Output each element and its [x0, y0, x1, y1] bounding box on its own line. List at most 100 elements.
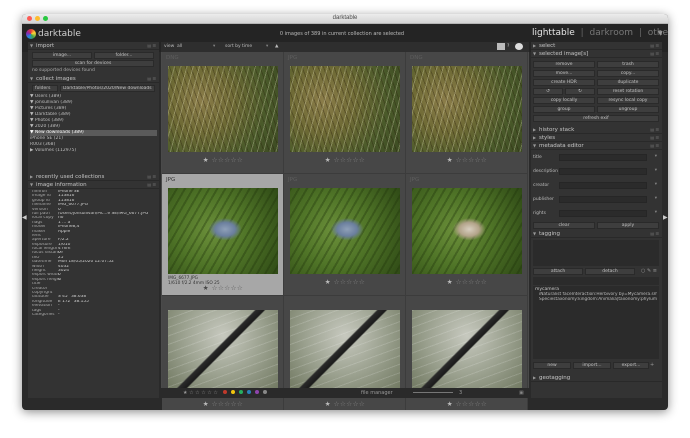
star-rating[interactable]: ★ ☆☆☆☆☆ [284, 400, 406, 408]
thumbnail-image[interactable] [412, 66, 522, 152]
reject-star-icon[interactable]: ★ [325, 278, 331, 286]
thumbnail-image[interactable] [290, 310, 400, 396]
tag-options-icon[interactable]: + [650, 362, 654, 368]
star-rating[interactable]: ★ ☆☆☆☆☆ [162, 400, 284, 408]
scan-devices-button[interactable]: scan for devices [32, 60, 154, 67]
star-icon[interactable] [497, 43, 505, 50]
view-filter-select[interactable]: all [177, 44, 182, 49]
import-tags-button[interactable]: import... [573, 362, 611, 369]
preset-icon[interactable]: ▤ ☰ [650, 230, 659, 238]
section-selected-images[interactable]: ▼ selected image[s] ▤ ☰ [531, 50, 662, 58]
reject-star-icon[interactable]: ★ [203, 156, 209, 164]
section-geotagging[interactable]: ▶ geotagging [531, 374, 662, 382]
thumbnail-image[interactable] [290, 188, 400, 274]
star-rating[interactable]: ★ ☆☆☆☆☆ [162, 284, 284, 292]
preset-icon[interactable]: ▤ ☰ [650, 50, 659, 58]
metadata-input[interactable] [559, 168, 647, 175]
section-collect-images[interactable]: ▼ collect images ▤ ☰ [28, 75, 159, 83]
zoom-value[interactable]: 3 [459, 390, 462, 396]
thumbnail-cell[interactable]: DNG ★ ☆☆☆☆☆ [406, 52, 528, 174]
rating-filter[interactable]: ★ ☆ ☆ ☆ ☆ ☆ [183, 390, 218, 396]
preset-icon[interactable]: ▤ ☰ [147, 181, 156, 189]
reject-star-icon[interactable]: ★ [447, 400, 453, 408]
color-label-dot[interactable] [239, 390, 243, 394]
export-tags-button[interactable]: export... [613, 362, 649, 369]
tag-dictionary[interactable]: mycamera iNaturalist faceInteraction:Her… [533, 286, 659, 359]
selected-action-button[interactable]: duplicate [597, 79, 659, 86]
selected-action-button[interactable]: remove [533, 61, 595, 68]
metadata-clear-button[interactable]: clear [533, 222, 595, 229]
chevron-down-icon[interactable]: ▾ [655, 154, 657, 159]
star-rating[interactable]: ★ ☆☆☆☆☆ [284, 278, 406, 286]
selected-action-button[interactable]: group [533, 106, 595, 113]
metadata-input[interactable] [559, 154, 647, 161]
reject-star-icon[interactable]: ★ [325, 400, 331, 408]
star-rating[interactable]: ★ ☆☆☆☆☆ [162, 156, 284, 164]
color-label-dot[interactable] [255, 390, 259, 394]
selected-action-button[interactable]: ↻ [565, 88, 595, 95]
section-image-information[interactable]: ▼ image information ▤ ☰ [28, 181, 159, 189]
thumbnail-image[interactable] [412, 188, 522, 274]
tag-dictionary-item[interactable]: Speciestaxonomy:kingdom:Animalia|taxonom… [535, 297, 657, 302]
thumbnail-image[interactable] [168, 310, 278, 396]
layout-select[interactable]: file manager [361, 390, 393, 396]
thumbnail-cell[interactable]: JPG IMG_6677.JPG 1/610 f/2.2 4mm ISO 25 ★ ☆… [162, 174, 284, 296]
reject-star-icon[interactable]: ★ [325, 156, 331, 164]
attached-tags-list[interactable] [533, 240, 659, 266]
thumbnail-cell[interactable]: JPG ★ ☆☆☆☆☆ [284, 174, 406, 296]
selected-action-button[interactable]: copy... [597, 70, 659, 77]
new-tag-button[interactable]: new [533, 362, 571, 369]
chevron-down-icon[interactable]: ▾ [655, 168, 657, 173]
attach-button[interactable]: attach [533, 268, 583, 275]
collapse-right-panel-icon[interactable]: ▶ [663, 214, 668, 221]
sort-select[interactable]: time [242, 44, 252, 49]
reject-star-icon[interactable]: ★ [447, 278, 453, 286]
selected-action-button[interactable]: create HDR [533, 79, 595, 86]
import-image-button[interactable]: image... [32, 52, 92, 59]
thumbnail-image[interactable] [168, 188, 278, 274]
color-label-dot[interactable] [263, 390, 267, 394]
collect-path-field[interactable]: Darktable/Photos/2020/New downloads [60, 85, 155, 92]
reject-star-icon[interactable]: ★ [203, 400, 209, 408]
preset-icon[interactable]: ▤ ☰ [147, 75, 156, 83]
chevron-down-icon[interactable]: ▾ [655, 196, 657, 201]
folder-tree-item[interactable]: ▶ Volumes (112975) [30, 148, 157, 154]
section-recent-collections[interactable]: ▶ recently used collections ▤ ☰ [28, 173, 159, 181]
chevron-down-icon[interactable]: ▼ [658, 30, 663, 37]
refresh-exif-button[interactable]: refresh exif [533, 115, 659, 122]
preset-icon[interactable]: ▤ ☰ [147, 42, 156, 50]
star-rating[interactable]: ★ ☆☆☆☆☆ [406, 156, 528, 164]
zoom-slider[interactable] [413, 392, 453, 393]
section-history-stack[interactable]: ▶ history stack ▤ ☰ [531, 126, 662, 134]
star-rating[interactable]: ★ ☆☆☆☆☆ [284, 156, 406, 164]
sort-direction-toggle[interactable]: ▲ [275, 44, 278, 49]
collect-mode-select[interactable]: folders [32, 85, 58, 92]
view-darkroom[interactable]: darkroom [590, 28, 633, 38]
preset-icon[interactable]: ▤ ☰ [650, 142, 659, 150]
color-label-dot[interactable] [247, 390, 251, 394]
color-label-dot[interactable] [231, 390, 235, 394]
help-icon[interactable]: ? [507, 44, 509, 49]
collapse-left-panel-icon[interactable]: ◀ [22, 214, 27, 221]
metadata-input[interactable] [559, 196, 647, 203]
section-select[interactable]: ▶ select ▤ ☰ [531, 42, 662, 50]
chevron-down-icon[interactable]: ▾ [655, 182, 657, 187]
thumbnail-cell[interactable]: JPG ★ ☆☆☆☆☆ [406, 174, 528, 296]
selected-action-button[interactable]: ungroup [597, 106, 659, 113]
reject-star-icon[interactable]: ★ [203, 284, 209, 292]
thumbnail-image[interactable] [412, 310, 522, 396]
section-styles[interactable]: ▶ styles ▤ ☰ [531, 134, 662, 142]
preset-icon[interactable]: ▤ ☰ [650, 42, 659, 50]
metadata-input[interactable] [559, 210, 647, 217]
preset-icon[interactable]: ▤ ☰ [650, 134, 659, 142]
import-folder-button[interactable]: folder... [94, 52, 154, 59]
color-label-dot[interactable] [223, 390, 227, 394]
preset-icon[interactable]: ▤ ☰ [650, 126, 659, 134]
thumbnail-image[interactable] [290, 66, 400, 152]
section-tagging[interactable]: ▼ tagging ▤ ☰ [531, 230, 662, 238]
selected-action-button[interactable]: resync local copy [597, 97, 659, 104]
section-import[interactable]: ▼ import ▤ ☰ [28, 42, 159, 50]
star-rating[interactable]: ★ ☆☆☆☆☆ [406, 278, 528, 286]
selected-action-button[interactable]: copy locally [533, 97, 595, 104]
selected-action-button[interactable]: reset rotation [597, 88, 659, 95]
